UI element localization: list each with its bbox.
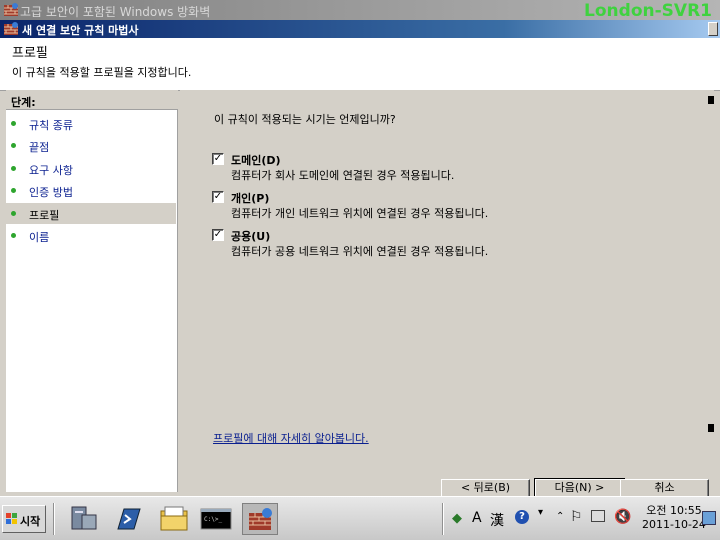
server-name-watermark: London-SVR1 xyxy=(584,1,712,21)
show-desktop-icon[interactable] xyxy=(702,511,716,525)
taskbar-separator xyxy=(442,503,444,535)
step-authentication[interactable]: 인증 방법 xyxy=(6,180,176,201)
windows-logo-icon xyxy=(6,513,17,524)
firewall-icon xyxy=(4,3,18,16)
volume-muted-icon[interactable]: 🔇 xyxy=(614,509,631,525)
private-checkbox[interactable]: ✓ xyxy=(212,191,224,203)
step-label: 이름 xyxy=(29,231,50,244)
taskbar: 시작 C:\>_ ◆ A 漢 ? ▾ ⌃ ⚐ 🔇 오전 10:55 2011-1… xyxy=(0,496,720,540)
step-rule-type[interactable]: 규칙 종류 xyxy=(6,113,176,134)
close-button[interactable] xyxy=(708,22,718,36)
step-label: 요구 사항 xyxy=(29,164,73,177)
help-icon[interactable]: ? xyxy=(515,510,529,524)
public-checkbox[interactable]: ✓ xyxy=(212,229,224,241)
page-title: 프로필 xyxy=(12,46,48,61)
show-hidden-icons[interactable]: ⌃ xyxy=(556,511,564,522)
language-bar-icon[interactable]: ◆ xyxy=(452,511,462,526)
learn-more-link[interactable]: 프로필에 대해 자세히 알아봅니다. xyxy=(213,430,369,446)
step-requirements[interactable]: 요구 사항 xyxy=(6,158,176,179)
domain-description: 컴퓨터가 회사 도메인에 연결된 경우 적용됩니다. xyxy=(231,169,455,182)
profile-question: 이 규칙이 적용되는 시기는 언제입니까? xyxy=(214,113,396,126)
start-button[interactable]: 시작 xyxy=(2,505,46,533)
background-window-title: 고급 보안이 포함된 Windows 방화벽 xyxy=(20,5,211,19)
start-label: 시작 xyxy=(20,515,41,528)
scroll-marker xyxy=(708,96,714,104)
step-bullet-icon xyxy=(11,211,16,216)
step-profile[interactable]: 프로필 xyxy=(6,203,176,224)
step-bullet-icon xyxy=(11,188,16,193)
powershell-icon[interactable] xyxy=(110,503,146,535)
domain-checkbox[interactable]: ✓ xyxy=(212,153,224,165)
step-bullet-icon xyxy=(11,233,16,238)
scroll-marker xyxy=(708,424,714,432)
file-explorer-icon[interactable] xyxy=(156,503,192,535)
page-description: 이 규칙을 적용할 프로필을 지정합니다. xyxy=(12,66,192,79)
profile-content: 이 규칙이 적용되는 시기는 언제입니까? ✓ 도메인(D) 컴퓨터가 회사 도… xyxy=(180,90,714,499)
steps-sidebar: 단계: 규칙 종류 끝점 요구 사항 인증 방법 프로필 이름 xyxy=(6,90,178,492)
system-tray: ◆ A 漢 ? ▾ ⌃ ⚐ 🔇 오전 10:55 2011-10-24 xyxy=(448,503,720,535)
ime-hanja[interactable]: 漢 xyxy=(490,510,504,530)
step-label: 끝점 xyxy=(29,141,50,154)
command-prompt-icon[interactable]: C:\>_ xyxy=(198,503,234,535)
svg-text:C:\>_: C:\>_ xyxy=(204,516,222,523)
wizard-titlebar[interactable]: 새 연결 보안 규칙 마법사 xyxy=(0,20,720,38)
ime-mode-a[interactable]: A xyxy=(472,510,482,526)
step-bullet-icon xyxy=(11,166,16,171)
wizard-window: 새 연결 보안 규칙 마법사 프로필 이 규칙을 적용할 프로필을 지정합니다.… xyxy=(0,20,720,499)
server-manager-icon[interactable] xyxy=(66,503,102,535)
clock-time: 오전 10:55 xyxy=(646,504,702,517)
firewall-icon xyxy=(4,22,18,35)
steps-label: 단계: xyxy=(6,90,178,110)
step-label: 규칙 종류 xyxy=(29,119,73,132)
private-description: 컴퓨터가 개인 네트워크 위치에 연결된 경우 적용됩니다. xyxy=(231,207,489,220)
action-center-flag-icon[interactable]: ⚐ xyxy=(570,509,583,525)
ime-options-icon[interactable]: ▾ xyxy=(538,507,543,518)
taskbar-separator xyxy=(53,503,55,535)
private-label[interactable]: 개인(P) xyxy=(231,190,269,206)
clock[interactable]: 오전 10:55 2011-10-24 xyxy=(642,504,706,532)
step-name[interactable]: 이름 xyxy=(6,225,176,246)
step-bullet-icon xyxy=(11,143,16,148)
public-label[interactable]: 공용(U) xyxy=(231,228,270,244)
step-label: 인증 방법 xyxy=(29,186,73,199)
step-label: 프로필 xyxy=(29,209,60,222)
wizard-title: 새 연결 보안 규칙 마법사 xyxy=(22,24,139,37)
firewall-taskbar-icon[interactable] xyxy=(242,503,278,535)
clock-date: 2011-10-24 xyxy=(642,518,706,531)
public-description: 컴퓨터가 공용 네트워크 위치에 연결된 경우 적용됩니다. xyxy=(231,245,489,258)
wizard-header: 프로필 이 규칙을 적용할 프로필을 지정합니다. xyxy=(0,38,720,91)
step-endpoints[interactable]: 끝점 xyxy=(6,135,176,156)
network-icon[interactable] xyxy=(591,510,605,522)
domain-label[interactable]: 도메인(D) xyxy=(231,152,281,168)
step-bullet-icon xyxy=(11,121,16,126)
